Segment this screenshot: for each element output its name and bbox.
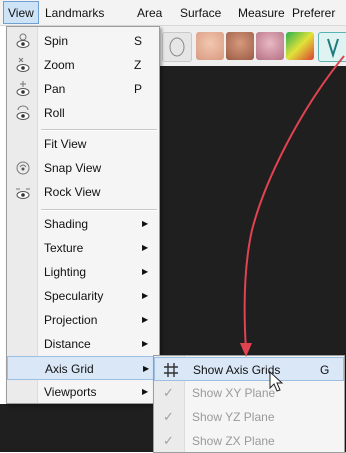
snap-view-icon — [14, 159, 32, 177]
menu-item-show-axis-grids[interactable]: Show Axis Grids G — [154, 357, 344, 381]
toolbar — [160, 26, 346, 67]
menu-item-shading[interactable]: Shading ▶ — [7, 212, 159, 236]
menu-item-rock-view[interactable]: Rock View — [7, 180, 159, 204]
zoom-eye-icon — [14, 56, 32, 74]
menu-item-snap-view[interactable]: Snap View — [7, 156, 159, 180]
menu-item-viewports[interactable]: Viewports ▶ — [7, 380, 159, 404]
menu-item-roll[interactable]: Roll — [7, 101, 159, 125]
view-menu-dropdown: Spin S Zoom Z Pan P Roll Fit View Snap V… — [6, 26, 160, 404]
menu-item-show-xy-plane[interactable]: ✓ Show XY Plane — [154, 381, 344, 405]
menu-area[interactable]: Area — [137, 0, 162, 26]
menu-item-zoom[interactable]: Zoom Z — [7, 53, 159, 77]
menu-item-show-yz-plane[interactable]: ✓ Show YZ Plane — [154, 405, 344, 429]
menu-measure[interactable]: Measure — [238, 0, 285, 26]
menu-separator — [41, 209, 157, 211]
menu-item-axis-grid[interactable]: Axis Grid ▶ — [7, 356, 159, 380]
roll-eye-icon — [14, 104, 32, 122]
submenu-arrow-icon: ▶ — [142, 291, 149, 300]
submenu-arrow-icon: ▶ — [142, 267, 149, 276]
menu-landmarks[interactable]: Landmarks — [45, 0, 104, 26]
face-shaded-icon[interactable] — [256, 32, 284, 60]
spin-eye-icon — [14, 32, 32, 50]
menu-item-specularity[interactable]: Specularity ▶ — [7, 284, 159, 308]
menu-bar: View Landmarks Area Surface Measure Pref… — [0, 0, 346, 26]
submenu-arrow-icon: ▶ — [142, 339, 149, 348]
viewport-lower-area — [0, 404, 160, 452]
menu-separator — [41, 129, 157, 131]
face-heatmap-icon[interactable] — [286, 32, 314, 60]
submenu-arrow-icon: ▶ — [142, 243, 149, 252]
menu-item-projection[interactable]: Projection ▶ — [7, 308, 159, 332]
submenu-arrow-icon: ▶ — [143, 364, 150, 373]
face-outline-icon[interactable] — [162, 32, 192, 62]
menu-item-distance[interactable]: Distance ▶ — [7, 332, 159, 356]
menu-view[interactable]: View — [3, 1, 39, 24]
menu-preferences[interactable]: Preferer — [292, 0, 335, 26]
rock-view-icon — [14, 183, 32, 201]
menu-item-show-zx-plane[interactable]: ✓ Show ZX Plane — [154, 429, 344, 453]
submenu-arrow-icon: ▶ — [142, 219, 149, 228]
menu-surface[interactable]: Surface — [180, 0, 221, 26]
check-icon: ✓ — [163, 385, 174, 400]
check-icon: ✓ — [163, 433, 174, 448]
face-texture-icon[interactable] — [226, 32, 254, 60]
menu-item-fit-view[interactable]: Fit View — [7, 132, 159, 156]
face-teal-icon[interactable] — [318, 32, 346, 62]
grid-icon — [162, 361, 180, 382]
submenu-arrow-icon: ▶ — [142, 387, 149, 396]
menu-item-spin[interactable]: Spin S — [7, 29, 159, 53]
menu-item-lighting[interactable]: Lighting ▶ — [7, 260, 159, 284]
submenu-arrow-icon: ▶ — [142, 315, 149, 324]
face-skin-icon[interactable] — [196, 32, 224, 60]
menu-item-pan[interactable]: Pan P — [7, 77, 159, 101]
pan-eye-icon — [14, 80, 32, 98]
check-icon: ✓ — [163, 409, 174, 424]
menu-item-texture[interactable]: Texture ▶ — [7, 236, 159, 260]
axis-grid-submenu: Show Axis Grids G ✓ Show XY Plane ✓ Show… — [153, 355, 345, 453]
